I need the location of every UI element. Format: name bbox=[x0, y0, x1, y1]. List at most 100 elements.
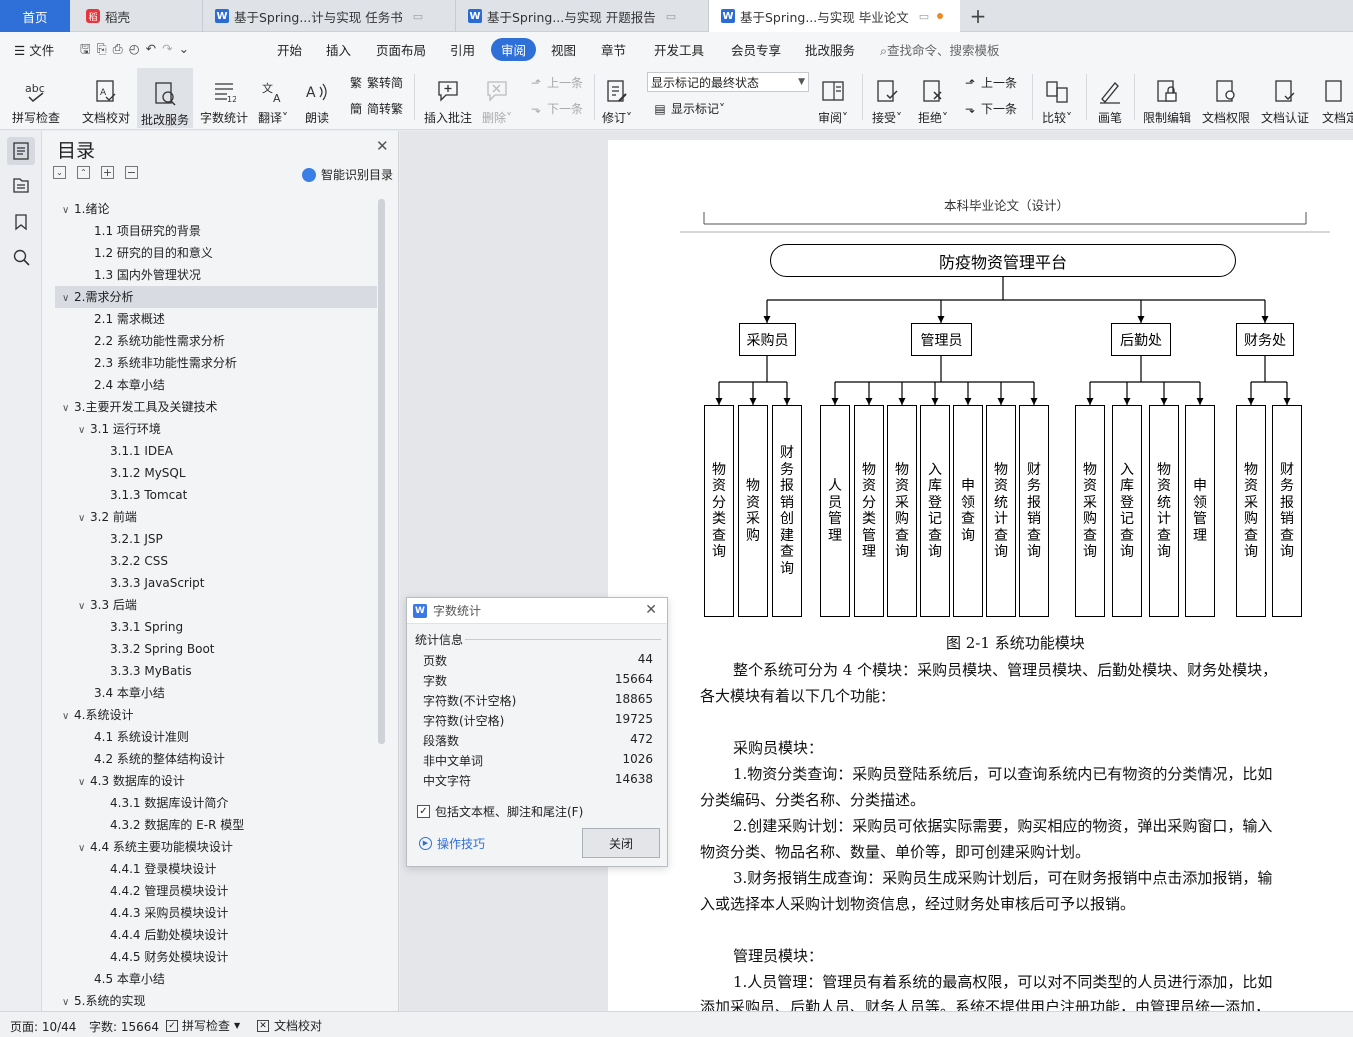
accept-button[interactable]: 接受˅ bbox=[872, 70, 902, 126]
doc-permission-button[interactable]: 文档权限 bbox=[1202, 70, 1250, 126]
pen-button[interactable]: 画笔 bbox=[1097, 70, 1123, 126]
toc-item[interactable]: 3.3.1 Spring bbox=[55, 616, 377, 638]
markup-state-select[interactable]: 显示标记的最终状态 ▼ bbox=[647, 72, 809, 92]
spell-check-button[interactable]: abc 拼写检查 bbox=[12, 70, 60, 126]
menu-layout[interactable]: 页面布局 bbox=[376, 40, 426, 59]
prev-comment-button[interactable]: ⬏ 上一条 bbox=[528, 74, 583, 91]
toc-item[interactable]: 4.4.5 财务处模块设计 bbox=[55, 946, 377, 968]
menu-insert[interactable]: 插入 bbox=[326, 40, 351, 59]
toc-item[interactable]: ∨ 3.2 前端 bbox=[55, 506, 377, 528]
menu-view[interactable]: 视图 bbox=[551, 40, 576, 59]
menu-devtools[interactable]: 开发工具 bbox=[654, 40, 704, 59]
include-textbox-checkbox[interactable]: ✓ 包括文本框、脚注和尾注(F) bbox=[417, 803, 583, 820]
bookmark-icon[interactable] bbox=[13, 213, 29, 234]
preview-icon[interactable]: ◴ bbox=[129, 41, 146, 56]
close-icon[interactable]: ✕ bbox=[376, 137, 389, 155]
toc-item[interactable]: 4.1 系统设计准则 bbox=[55, 726, 377, 748]
status-spell-check[interactable]: ✓ 拼写检查 ▼ bbox=[166, 1017, 240, 1034]
toc-item[interactable]: ∨ 3.3 后端 bbox=[55, 594, 377, 616]
chevron-down-icon[interactable]: ∨ bbox=[62, 398, 74, 420]
tab-docer[interactable]: 稻稻壳 bbox=[72, 0, 200, 32]
smart-toc-button[interactable]: 智能识别目录 bbox=[302, 166, 393, 183]
toc-item[interactable]: ∨ 4.4 系统主要功能模块设计 bbox=[55, 836, 377, 858]
insert-comment-button[interactable]: 插入批注 bbox=[424, 70, 472, 126]
toc-item[interactable]: ∨ 5.系统的实现 bbox=[55, 990, 377, 1011]
doc-auth-button[interactable]: 文档认证 bbox=[1261, 70, 1309, 126]
tab-thesis-doc[interactable]: W 基于Spring...与实现 毕业论文 ▭ bbox=[708, 0, 960, 32]
read-aloud-button[interactable]: A 朗读 bbox=[304, 70, 330, 126]
menu-correction[interactable]: 批改服务 bbox=[805, 40, 855, 59]
toc-item[interactable]: 3.4 本章小结 bbox=[55, 682, 377, 704]
tab-proposal-doc[interactable]: W 基于Spring...与实现 开题报告 ▭ bbox=[455, 0, 705, 32]
chevron-down-icon[interactable]: ∨ bbox=[62, 992, 74, 1011]
toc-item[interactable]: 4.3.2 数据库的 E-R 模型 bbox=[55, 814, 377, 836]
chevron-down-icon[interactable]: ∨ bbox=[62, 706, 74, 728]
delete-comment-button[interactable]: 删除˅ bbox=[482, 70, 512, 126]
chevron-down-icon[interactable]: ∨ bbox=[78, 508, 90, 530]
tab-task-doc[interactable]: W 基于Spring...计与实现 任务书 ▭ bbox=[202, 0, 452, 32]
more-icon[interactable]: ⌄ bbox=[179, 41, 195, 56]
reject-button[interactable]: 拒绝˅ bbox=[918, 70, 948, 126]
status-doc-proof[interactable]: ✕ 文档校对 bbox=[257, 1017, 322, 1034]
print-icon[interactable]: ⎙ bbox=[113, 41, 129, 56]
next-change-button[interactable]: ⬎ 下一条 bbox=[962, 100, 1017, 117]
trad-to-simp-button[interactable]: 繁繁转简 bbox=[348, 74, 403, 91]
doc-more-button[interactable]: 文档定 bbox=[1322, 70, 1353, 126]
page-indicator[interactable]: 页面: 10/44 bbox=[10, 1018, 76, 1035]
search-icon[interactable] bbox=[13, 249, 31, 270]
toc-item[interactable]: ∨ 4.系统设计 bbox=[55, 704, 377, 726]
menu-member[interactable]: 会员专享 bbox=[731, 40, 781, 59]
toc-item[interactable]: 3.3.3 MyBatis bbox=[55, 660, 377, 682]
navigation-icon[interactable] bbox=[12, 176, 30, 197]
simp-to-trad-button[interactable]: 簡简转繁 bbox=[348, 100, 403, 117]
toc-item[interactable]: 2.1 需求概述 bbox=[55, 308, 377, 330]
toc-item[interactable]: 4.4.3 采购员模块设计 bbox=[55, 902, 377, 924]
chevron-down-icon[interactable]: ∨ bbox=[78, 420, 90, 442]
menu-chapter[interactable]: 章节 bbox=[601, 40, 626, 59]
chevron-down-icon[interactable]: ∨ bbox=[62, 288, 74, 310]
command-search[interactable]: ⌕查找命令、搜索模板 bbox=[880, 40, 1000, 59]
toc-item[interactable]: 3.3.3 JavaScript bbox=[55, 572, 377, 594]
toc-item[interactable]: 1.3 国内外管理状况 bbox=[55, 264, 377, 286]
expand-up-icon[interactable]: ⌃ bbox=[77, 166, 90, 179]
toc-item[interactable]: 1.2 研究的目的和意义 bbox=[55, 242, 377, 264]
next-comment-button[interactable]: ⬎ 下一条 bbox=[528, 100, 583, 117]
chevron-down-icon[interactable]: ∨ bbox=[62, 200, 74, 222]
doc-proof-button[interactable]: A 文档校对 bbox=[82, 70, 130, 126]
collapse-all-icon[interactable]: ⌄ bbox=[53, 166, 66, 179]
menu-review[interactable]: 审阅 bbox=[491, 38, 537, 61]
restrict-edit-button[interactable]: 限制编辑 bbox=[1143, 70, 1191, 126]
toc-item[interactable]: 4.4.4 后勤处模块设计 bbox=[55, 924, 377, 946]
toc-item[interactable]: 3.1.1 IDEA bbox=[55, 440, 377, 462]
chevron-down-icon[interactable]: ∨ bbox=[78, 596, 90, 618]
remove-heading-icon[interactable]: − bbox=[125, 166, 138, 179]
menu-start[interactable]: 开始 bbox=[277, 40, 302, 59]
toc-scrollbar[interactable] bbox=[378, 199, 385, 744]
toc-item[interactable]: ∨ 4.3 数据库的设计 bbox=[55, 770, 377, 792]
toc-item[interactable]: 3.1.2 MySQL bbox=[55, 462, 377, 484]
toc-item[interactable]: 1.1 项目研究的背景 bbox=[55, 220, 377, 242]
tips-link[interactable]: ▶ 操作技巧 bbox=[419, 835, 485, 852]
chevron-down-icon[interactable]: ∨ bbox=[78, 838, 90, 860]
track-changes-button[interactable]: 修订˅ bbox=[602, 70, 632, 126]
toc-item[interactable]: 3.2.2 CSS bbox=[55, 550, 377, 572]
correction-service-button[interactable]: 批改服务 bbox=[137, 68, 194, 128]
toc-panel-icon[interactable] bbox=[7, 137, 35, 165]
redo-icon[interactable]: ↷ bbox=[162, 41, 178, 56]
file-menu[interactable]: ☰ 文件 bbox=[14, 40, 54, 59]
word-count-indicator[interactable]: 字数: 15664 bbox=[89, 1018, 159, 1035]
close-button[interactable]: 关闭 bbox=[582, 828, 660, 858]
toc-item[interactable]: 4.5 本章小结 bbox=[55, 968, 377, 990]
word-count-button[interactable]: 12 字数统计 bbox=[200, 70, 248, 126]
toc-item[interactable]: 3.2.1 JSP bbox=[55, 528, 377, 550]
close-icon[interactable]: ✕ bbox=[645, 602, 657, 618]
toc-item[interactable]: 3.3.2 Spring Boot bbox=[55, 638, 377, 660]
toc-item[interactable]: 2.3 系统非功能性需求分析 bbox=[55, 352, 377, 374]
toc-item[interactable]: ∨ 1.绪论 bbox=[55, 198, 377, 220]
toc-item[interactable]: 2.4 本章小结 bbox=[55, 374, 377, 396]
menu-reference[interactable]: 引用 bbox=[450, 40, 475, 59]
toc-item[interactable]: ∨ 3.1 运行环境 bbox=[55, 418, 377, 440]
undo-icon[interactable]: ↶ bbox=[146, 41, 162, 56]
toc-item[interactable]: 4.4.2 管理员模块设计 bbox=[55, 880, 377, 902]
show-markup-button[interactable]: ▤ 显示标记 ˅ bbox=[652, 100, 725, 117]
